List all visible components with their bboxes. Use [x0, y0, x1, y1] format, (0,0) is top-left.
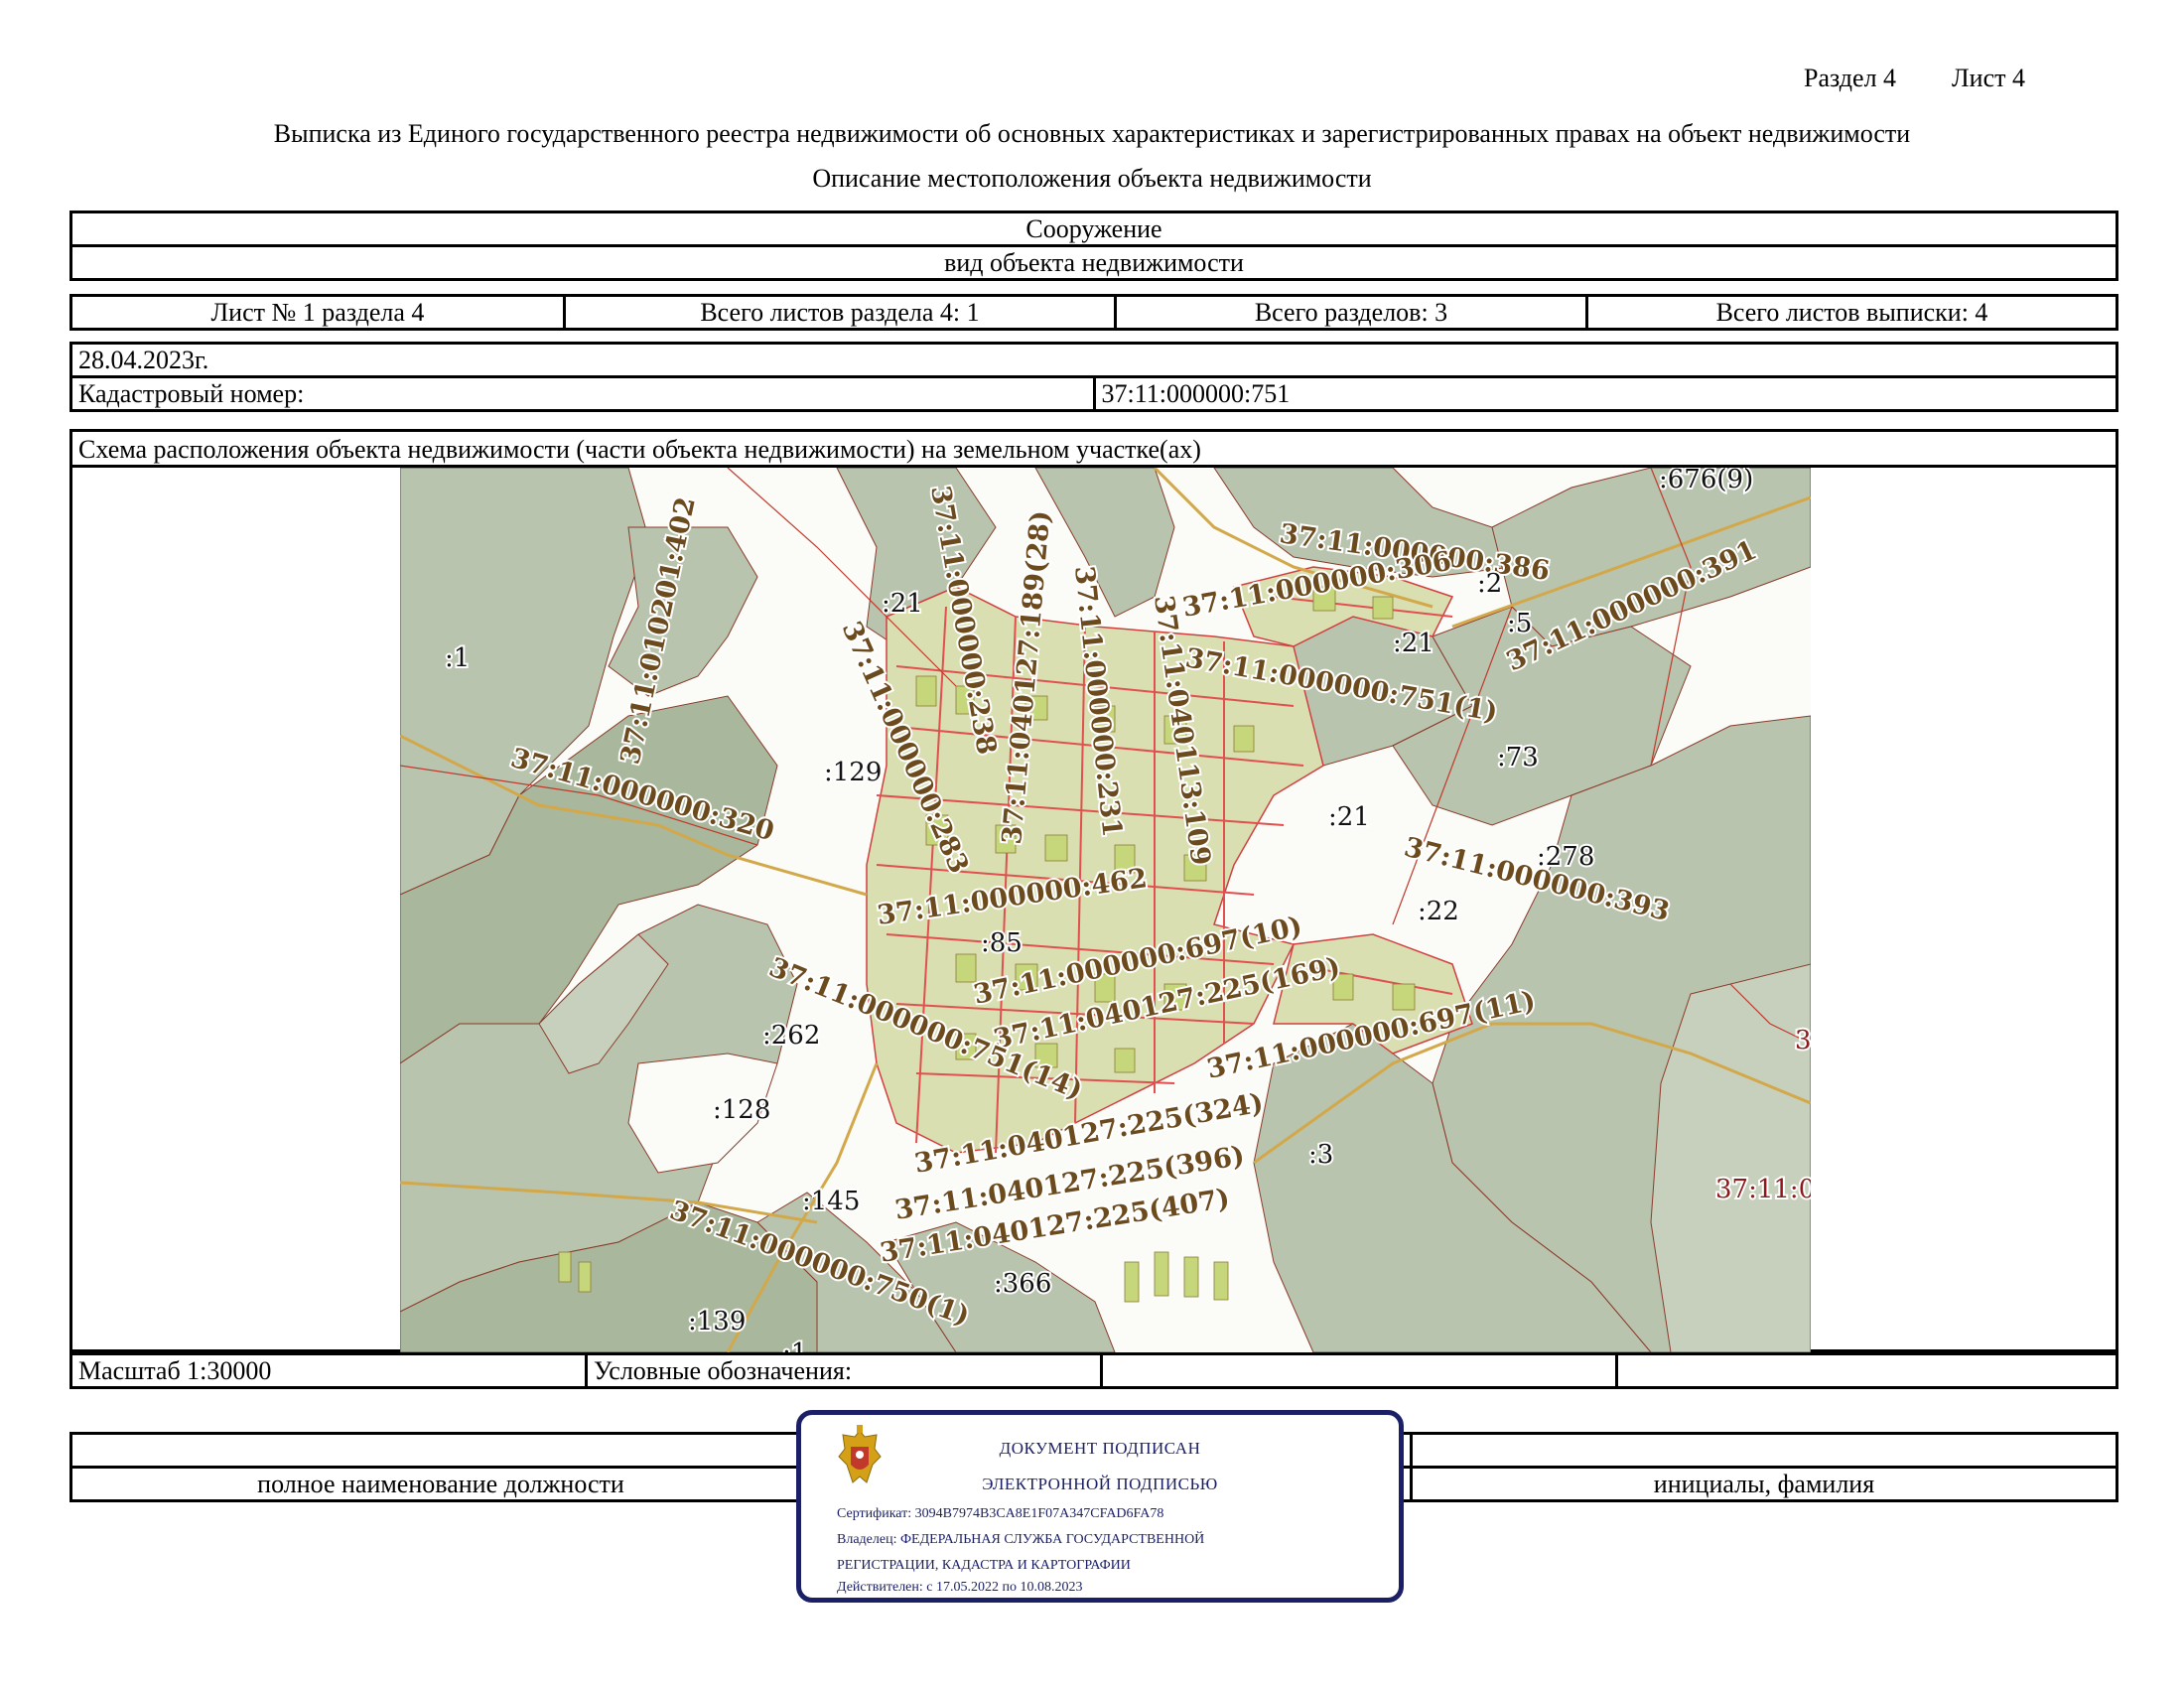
stamp-valid: Действителен: с 17.05.2022 по 10.08.2023 — [837, 1580, 1083, 1595]
cadastral-number: 37:11:000000:751 — [1092, 375, 2118, 412]
map-label-short: :21 — [1328, 802, 1370, 832]
cadastral-map: 37:11:000000:386 37:11:000000:306 37:11:… — [400, 468, 1811, 1352]
map-label-short: :21 — [882, 589, 923, 619]
map-label-red: 37:11:0 — [1715, 1175, 1811, 1204]
name-caption: инициалы, фамилия — [1410, 1466, 2118, 1502]
name-cell — [1410, 1432, 2118, 1469]
map-label-short: :366 — [994, 1269, 1051, 1299]
stamp-owner2: РЕГИСТРАЦИИ, КАДАСТРА И КАРТОГРАФИИ — [837, 1558, 1131, 1573]
stamp-certificate: Сертификат: 3094B7974B3CA8E1F07A347CFAD6… — [837, 1506, 1164, 1521]
object-type: Сооружение — [69, 211, 2118, 247]
legend-title: Условные обозначения: — [585, 1352, 1103, 1389]
map-label-short: :128 — [713, 1095, 770, 1125]
map-label-short: :278 — [1537, 842, 1594, 872]
sheet-number: Лист 4 — [1952, 64, 2025, 92]
extract-date: 28.04.2023г. — [69, 342, 2118, 378]
sheets-table: Лист № 1 раздела 4 Всего листов раздела … — [69, 294, 2118, 331]
cadastral-table: 28.04.2023г. Кадастровый номер: 37:11:00… — [69, 342, 2118, 412]
e-signature-stamp: ДОКУМЕНТ ПОДПИСАН ЭЛЕКТРОННОЙ ПОДПИСЬЮ С… — [796, 1410, 1404, 1603]
total-extract-sheets: Всего листов выписки: 4 — [1585, 294, 2118, 331]
object-type-table: Сооружение вид объекта недвижимости — [69, 211, 2118, 281]
total-section-sheets: Всего листов раздела 4: 1 — [563, 294, 1117, 331]
page-header: Раздел 4 Лист 4 — [1804, 64, 2025, 93]
map-label-short: :2 — [1477, 569, 1502, 599]
map-label-short: :262 — [762, 1021, 820, 1051]
map-label-short: :676(9) — [1659, 468, 1753, 494]
position-cell — [69, 1432, 812, 1469]
map-label-short: :145 — [802, 1187, 860, 1216]
map-label-short: :129 — [824, 758, 882, 787]
stamp-owner1: Владелец: ФЕДЕРАЛЬНАЯ СЛУЖБА ГОСУДАРСТВЕ… — [837, 1532, 1205, 1547]
scheme-block: Схема расположения объекта недвижимости … — [69, 429, 2118, 1352]
cadastral-label: Кадастровый номер: — [69, 375, 1096, 412]
map-label-red: 3 — [1795, 1026, 1811, 1055]
document-subtitle: Описание местоположения объекта недвижим… — [812, 164, 1372, 193]
map-label-short: :73 — [1497, 743, 1539, 773]
map-scale: Масштаб 1:30000 — [69, 1352, 588, 1389]
position-caption: полное наименование должности — [69, 1466, 812, 1502]
section-number: Раздел 4 — [1804, 64, 1897, 92]
map-label-short: :1 — [782, 1338, 807, 1352]
stamp-line1: ДОКУМЕНТ ПОДПИСАН — [999, 1439, 1201, 1458]
object-type-caption: вид объекта недвижимости — [69, 244, 2118, 281]
map-label-short: :139 — [688, 1307, 746, 1336]
stamp-line2: ЭЛЕКТРОННОЙ ПОДПИСЬЮ — [982, 1475, 1218, 1493]
scheme-title: Схема расположения объекта недвижимости … — [72, 432, 2116, 468]
document-title: Выписка из Единого государственного реес… — [273, 119, 1911, 148]
map-label-short: :22 — [1418, 897, 1459, 926]
map-label-short: :1 — [445, 643, 470, 673]
map-label-short: :21 — [1393, 629, 1434, 658]
sheet-no: Лист № 1 раздела 4 — [69, 294, 566, 331]
scale-legend-table: Масштаб 1:30000 Условные обозначения: — [69, 1352, 2118, 1389]
map-label-short: :85 — [981, 928, 1023, 958]
total-sections: Всего разделов: 3 — [1114, 294, 1588, 331]
map-label-short: :5 — [1507, 609, 1532, 638]
legend-cell — [1615, 1352, 2118, 1389]
map-label-short: :3 — [1308, 1140, 1333, 1170]
legend-cell — [1100, 1352, 1618, 1389]
map-drawing: 37:11:000000:386 37:11:000000:306 37:11:… — [400, 468, 1811, 1352]
